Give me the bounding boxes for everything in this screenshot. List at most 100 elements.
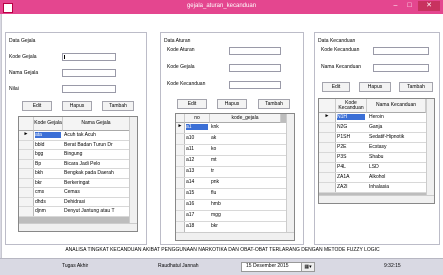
- aturan-tambah-button[interactable]: Tambah: [258, 99, 290, 109]
- cell-kode[interactable]: Bp: [35, 161, 61, 167]
- cell-nama[interactable]: LSD: [369, 164, 425, 170]
- table-row[interactable]: djnm Denyut Jantung atau T: [19, 207, 129, 217]
- cell-no[interactable]: a17: [186, 212, 208, 218]
- nilai-input[interactable]: [62, 85, 116, 93]
- gejala-grid[interactable]: Kode Gejala Nama Gejala ► ata Acuh tak A…: [18, 116, 138, 232]
- cell-kode[interactable]: P2E: [337, 144, 365, 150]
- cell-nama[interactable]: Ecstasy: [369, 144, 425, 150]
- table-row[interactable]: a14 pnk: [176, 178, 286, 189]
- cell-kode-gejala[interactable]: ak: [211, 135, 279, 141]
- kode-gejala-aturan-input[interactable]: [229, 64, 281, 72]
- table-row[interactable]: bkr Berkeringat: [19, 178, 129, 188]
- column-header-kode-gejala[interactable]: Kode Gejala: [34, 117, 63, 131]
- cell-kode[interactable]: ZA1A: [337, 174, 365, 180]
- cell-nama[interactable]: Sedatif-Hipnotik: [369, 134, 425, 140]
- table-row[interactable]: a15 flu: [176, 189, 286, 200]
- table-row[interactable]: a11 ko: [176, 145, 286, 156]
- table-row[interactable]: P3S Shabu: [319, 153, 426, 163]
- cell-nama[interactable]: Cemas: [64, 189, 128, 195]
- close-button[interactable]: ✕: [418, 1, 440, 11]
- nama-kecanduan-input[interactable]: [373, 64, 429, 72]
- table-row[interactable]: cms Cemas: [19, 188, 129, 198]
- cell-nama[interactable]: Bicara Jadi Pelo: [64, 161, 128, 167]
- gejala-tambah-button[interactable]: Tambah: [102, 101, 134, 111]
- gejala-hapus-button[interactable]: Hapus: [62, 101, 92, 111]
- table-row[interactable]: ► a1 knk: [176, 123, 286, 134]
- cell-no[interactable]: a18: [186, 223, 208, 229]
- cell-nama[interactable]: Denyut Jantung atau T: [64, 208, 128, 214]
- cell-no[interactable]: a15: [186, 190, 208, 196]
- cell-nama[interactable]: Bengkak pada Daerah: [64, 170, 128, 176]
- gejala-horizontal-scrollbar[interactable]: [19, 223, 137, 231]
- cell-no[interactable]: a1: [186, 124, 208, 130]
- column-header-no[interactable]: no: [185, 114, 210, 123]
- cell-kode-gejala[interactable]: pnk: [211, 179, 279, 185]
- cell-kode-gejala[interactable]: flu: [211, 190, 279, 196]
- cell-kode[interactable]: bkr: [35, 180, 61, 186]
- table-row[interactable]: bkh Bengkak pada Daerah: [19, 169, 129, 179]
- cell-kode-gejala[interactable]: knk: [211, 124, 279, 130]
- kecanduan-vertical-scrollbar[interactable]: [426, 99, 434, 196]
- cell-nama[interactable]: Berkeringat: [64, 180, 128, 186]
- column-header-nama-kecanduan[interactable]: Nama Kecanduan: [367, 99, 426, 113]
- cell-nama[interactable]: Ganja: [369, 124, 425, 130]
- maximize-button[interactable]: □: [403, 1, 416, 11]
- aturan-vertical-scrollbar[interactable]: [286, 114, 294, 233]
- kecanduan-grid[interactable]: Kode Kecanduan Nama Kecanduan ► N1H Hero…: [318, 98, 435, 204]
- cell-nama[interactable]: Berat Badan Turun Dr: [64, 142, 128, 148]
- table-row[interactable]: P4L LSD: [319, 163, 426, 173]
- cell-nama[interactable]: Shabu: [369, 154, 425, 160]
- cell-kode-gejala[interactable]: mt: [211, 157, 279, 163]
- minimize-button[interactable]: –: [389, 1, 402, 11]
- cell-nama[interactable]: Bingung: [64, 151, 128, 157]
- cell-nama[interactable]: Dehidrasi: [64, 199, 128, 205]
- column-header-nama-gejala[interactable]: Nama Gejala: [63, 117, 130, 131]
- calendar-dropdown-icon[interactable]: ▦▾: [301, 263, 314, 271]
- kecanduan-tambah-button[interactable]: Tambah: [399, 82, 433, 92]
- kode-aturan-input[interactable]: [229, 47, 281, 55]
- nama-gejala-input[interactable]: [62, 69, 116, 77]
- table-row[interactable]: ► ata Acuh tak Acuh: [19, 131, 129, 141]
- kode-kecanduan-input[interactable]: [373, 47, 429, 55]
- cell-kode[interactable]: bkh: [35, 170, 61, 176]
- column-header-kode-gejala[interactable]: kode_gejala: [210, 114, 281, 123]
- cell-nama[interactable]: Inhalasia: [369, 184, 425, 190]
- cell-no[interactable]: a14: [186, 179, 208, 185]
- table-row[interactable]: ZA1A Alkohol: [319, 173, 426, 183]
- cell-kode[interactable]: dhds: [35, 199, 61, 205]
- cell-no[interactable]: a10: [186, 135, 208, 141]
- table-row[interactable]: dhds Dehidrasi: [19, 197, 129, 207]
- aturan-horizontal-scrollbar[interactable]: [176, 232, 294, 240]
- table-row[interactable]: P2E Ecstasy: [319, 143, 426, 153]
- table-row[interactable]: bgg Bingung: [19, 150, 129, 160]
- cell-kode[interactable]: P3S: [337, 154, 365, 160]
- cell-kode[interactable]: P1SH: [337, 134, 365, 140]
- aturan-hapus-button[interactable]: Hapus: [217, 99, 247, 109]
- cell-kode-gejala[interactable]: hmb: [211, 201, 279, 207]
- table-row[interactable]: a12 mt: [176, 156, 286, 167]
- cell-no[interactable]: a13: [186, 168, 208, 174]
- table-row[interactable]: P1SH Sedatif-Hipnotik: [319, 133, 426, 143]
- kode-kecanduan-aturan-input[interactable]: [229, 81, 281, 89]
- kecanduan-horizontal-scrollbar[interactable]: [319, 195, 434, 203]
- table-row[interactable]: ► N1H Heroin: [319, 113, 426, 123]
- cell-kode[interactable]: cms: [35, 189, 61, 195]
- table-row[interactable]: a17 mgg: [176, 211, 286, 222]
- gejala-edit-button[interactable]: Edit: [22, 101, 52, 111]
- cell-no[interactable]: a12: [186, 157, 208, 163]
- cell-nama[interactable]: Acuh tak Acuh: [64, 132, 128, 138]
- aturan-edit-button[interactable]: Edit: [177, 99, 207, 109]
- column-header-kode-kecanduan[interactable]: Kode Kecanduan: [336, 99, 367, 113]
- cell-kode[interactable]: bbld: [35, 142, 61, 148]
- cell-no[interactable]: a16: [186, 201, 208, 207]
- table-row[interactable]: a10 ak: [176, 134, 286, 145]
- cell-kode-gejala[interactable]: ko: [211, 146, 279, 152]
- date-picker[interactable]: 15 Desember 2015 ▦▾: [241, 262, 315, 272]
- cell-nama[interactable]: Alkohol: [369, 174, 425, 180]
- table-row[interactable]: a13 tr: [176, 167, 286, 178]
- table-row[interactable]: a16 hmb: [176, 200, 286, 211]
- cell-kode-gejala[interactable]: mgg: [211, 212, 279, 218]
- cell-kode-gejala[interactable]: tr: [211, 168, 279, 174]
- cell-kode[interactable]: ata: [35, 132, 61, 138]
- cell-kode[interactable]: P4L: [337, 164, 365, 170]
